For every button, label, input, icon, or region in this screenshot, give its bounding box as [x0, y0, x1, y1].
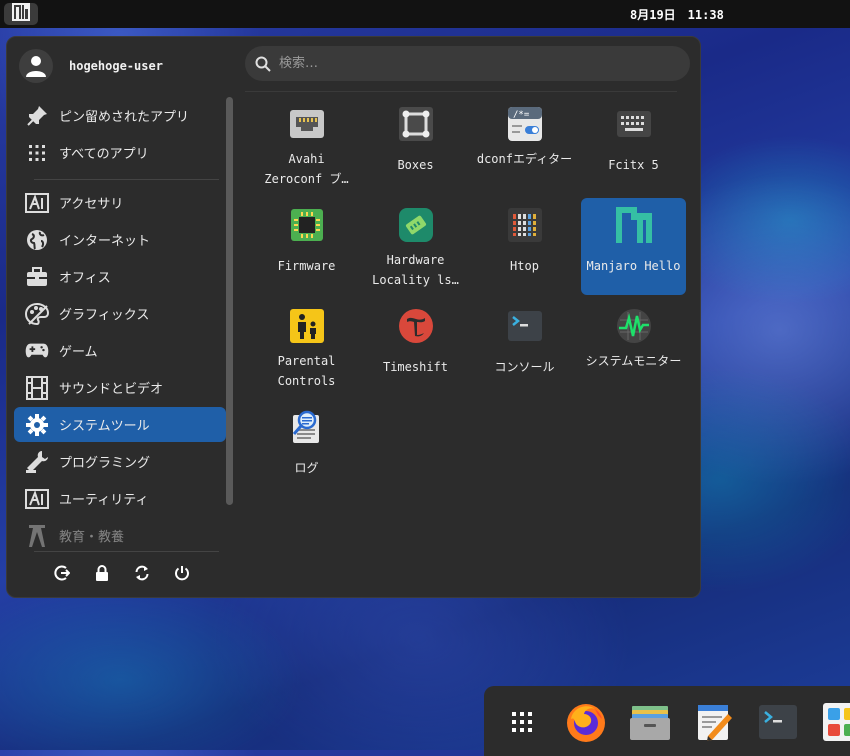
category-accessories[interactable]: アクセサリ — [14, 185, 226, 220]
user-icon — [26, 56, 46, 77]
app-manjaro-hello[interactable]: Manjaro Hello — [581, 198, 686, 295]
divider — [34, 179, 219, 180]
education-icon — [25, 524, 49, 548]
terminal-icon — [506, 307, 544, 345]
manjaro-logo-icon — [615, 206, 653, 244]
text-editor-icon — [694, 702, 734, 746]
user-row[interactable]: hogehoge-user — [19, 49, 163, 83]
dock — [484, 686, 850, 756]
boxes-icon — [397, 105, 435, 143]
category-pinned[interactable]: ピン留めされたアプリ — [14, 98, 226, 133]
category-games[interactable]: ゲーム — [14, 333, 226, 368]
dock-firefox[interactable] — [564, 702, 608, 746]
search-icon — [255, 56, 271, 72]
app-dconf-editor[interactable]: /*= dconfエディター — [472, 97, 577, 194]
category-graphics[interactable]: グラフィックス — [14, 296, 226, 331]
dock-files[interactable] — [628, 702, 672, 746]
app-boxes[interactable]: Boxes — [363, 97, 468, 194]
application-menu: hogehoge-user ピン留めされたアプリ すべてのアプリ アクセサリ イ… — [6, 36, 701, 598]
app-fcitx[interactable]: Fcitx 5 — [581, 97, 686, 194]
wrench-icon — [25, 450, 49, 474]
top-panel: 8月19日 11:38 — [0, 0, 850, 28]
app-timeshift[interactable]: Timeshift — [363, 299, 468, 396]
category-internet[interactable]: インターネット — [14, 222, 226, 257]
dock-terminal[interactable] — [756, 702, 800, 746]
app-avahi[interactable]: Avahi Zeroconf ブ… — [254, 97, 359, 194]
clock[interactable]: 8月19日 11:38 — [630, 6, 724, 23]
app-firmware[interactable]: Firmware — [254, 198, 359, 295]
utilities-icon — [25, 487, 49, 511]
app-console[interactable]: コンソール — [472, 299, 577, 396]
briefcase-icon — [25, 265, 49, 289]
category-utilities[interactable]: ユーティリティ — [14, 481, 226, 516]
category-sound-video[interactable]: サウンドとビデオ — [14, 370, 226, 405]
app-system-monitor[interactable]: システムモニター — [581, 299, 686, 396]
system-monitor-icon — [615, 307, 653, 345]
chip-icon — [288, 206, 326, 244]
grid-dots-icon — [25, 141, 49, 165]
restart-button[interactable] — [132, 565, 152, 585]
hwloc-icon — [397, 206, 435, 244]
terminal-icon — [758, 704, 798, 744]
svg-text:/*=: /*= — [513, 110, 530, 120]
dock-app-grid[interactable] — [500, 702, 544, 746]
dock-software[interactable] — [820, 702, 850, 746]
sidebar-scrollbar[interactable] — [226, 97, 233, 505]
palette-icon — [25, 302, 49, 326]
globe-icon — [25, 228, 49, 252]
files-icon — [629, 702, 671, 746]
network-port-icon — [288, 105, 326, 143]
avatar — [19, 49, 53, 83]
lock-icon — [95, 565, 109, 585]
power-button[interactable] — [172, 565, 192, 585]
dconf-editor-icon: /*= — [506, 105, 544, 143]
accessories-icon — [25, 191, 49, 215]
logout-icon — [54, 565, 71, 585]
category-office[interactable]: オフィス — [14, 259, 226, 294]
gear-icon — [25, 413, 49, 437]
category-sidebar: ピン留めされたアプリ すべてのアプリ アクセサリ インターネット オフィス グラ… — [14, 97, 226, 557]
manjaro-logo-icon — [12, 3, 30, 25]
username: hogehoge-user — [69, 59, 163, 73]
app-logs[interactable]: ログ — [254, 400, 359, 497]
app-hwloc[interactable]: Hardware Locality ls… — [363, 198, 468, 295]
lock-button[interactable] — [92, 565, 112, 585]
power-icon — [174, 565, 190, 585]
logout-button[interactable] — [52, 565, 72, 585]
app-parental-controls[interactable]: Parental Controls — [254, 299, 359, 396]
firefox-icon — [565, 701, 607, 747]
category-system-tools[interactable]: システムツール — [14, 407, 226, 442]
search-input[interactable] — [277, 55, 661, 72]
dock-text-editor[interactable] — [692, 702, 736, 746]
app-htop[interactable]: Htop — [472, 198, 577, 295]
category-all-apps[interactable]: すべてのアプリ — [14, 135, 226, 170]
parental-controls-icon — [288, 307, 326, 345]
divider — [34, 551, 219, 552]
category-education[interactable]: 教育・教養 — [14, 518, 226, 553]
category-programming[interactable]: プログラミング — [14, 444, 226, 479]
app-grid-icon — [511, 711, 533, 737]
pin-icon — [25, 104, 49, 128]
timeshift-icon — [397, 307, 435, 345]
session-actions — [52, 565, 212, 585]
restart-icon — [134, 565, 150, 585]
keyboard-icon — [615, 105, 653, 143]
film-strip-icon — [25, 375, 49, 400]
activities-button[interactable] — [4, 3, 38, 25]
divider — [245, 91, 677, 92]
software-icon — [822, 702, 850, 746]
logs-icon — [288, 408, 326, 446]
search-box[interactable] — [245, 46, 690, 81]
htop-icon — [506, 206, 544, 244]
gamepad-icon — [25, 339, 49, 363]
